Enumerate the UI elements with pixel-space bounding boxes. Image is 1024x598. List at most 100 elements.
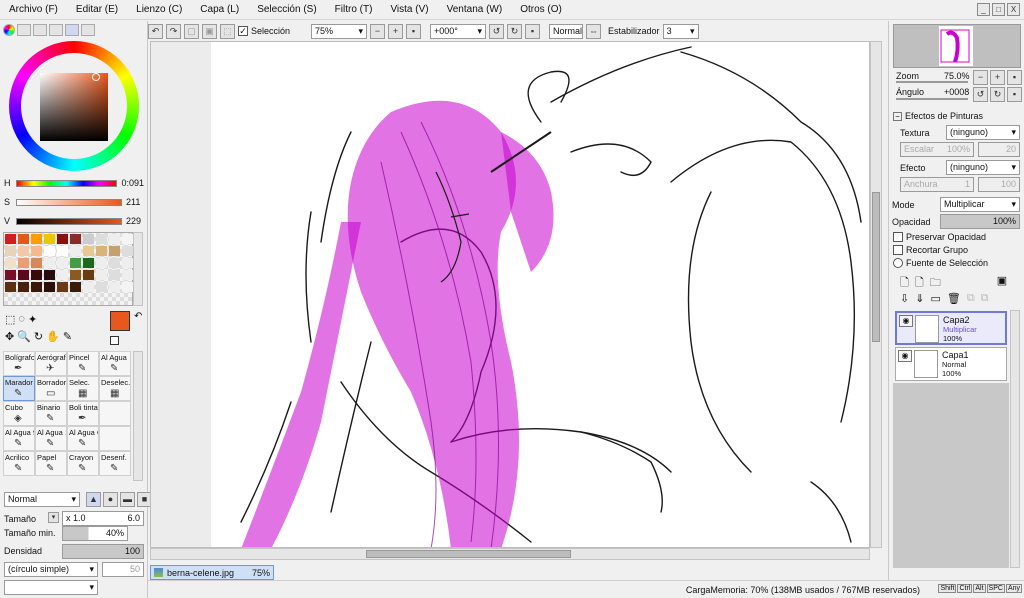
palette-swatch[interactable] (31, 270, 42, 280)
tamano-min-field[interactable]: 40% (62, 526, 128, 541)
nav-zoom-reset-icon[interactable]: ▪ (1007, 70, 1022, 85)
palette-swatch[interactable] (44, 246, 55, 256)
redo-icon[interactable]: ↷ (166, 23, 181, 39)
palette-swatch[interactable] (96, 282, 107, 292)
tool-slot[interactable]: Cubo ◈ (3, 401, 35, 426)
opacidad-slider[interactable]: 100% (940, 214, 1020, 229)
palette-swatch[interactable] (31, 234, 42, 244)
palette-swatch[interactable] (109, 246, 120, 256)
flip-icon[interactable]: ⇔ (586, 23, 602, 39)
tool-slot[interactable] (99, 401, 131, 426)
palette-swatch[interactable] (57, 258, 68, 268)
palette-swatch[interactable] (18, 258, 29, 268)
fuente-checkbox[interactable] (893, 258, 903, 268)
zoom-reset-icon[interactable]: ▪ (406, 23, 422, 39)
menu-item-1[interactable]: Editar (E) (67, 4, 127, 15)
texture-select[interactable]: ▾ (4, 580, 98, 595)
nav-zoom-out-icon[interactable]: − (973, 70, 988, 85)
palette-swatch[interactable] (96, 258, 107, 268)
recortar-row[interactable]: Recortar Grupo (893, 245, 968, 255)
lock-layer-icon[interactable]: ⧉ (967, 292, 975, 305)
zoom-icon[interactable]: 🔍 (17, 330, 31, 343)
palette-swatch[interactable] (70, 258, 81, 268)
hand-icon[interactable]: ✋ (46, 330, 60, 343)
rotate-left-icon[interactable]: ↺ (489, 23, 505, 39)
palette-swatch[interactable] (122, 270, 133, 280)
palette-swatch[interactable] (83, 258, 94, 268)
palette-swatch[interactable] (5, 258, 16, 268)
horizontal-scroll-thumb[interactable] (366, 550, 571, 558)
tool-slot[interactable]: Al Agua ✎ (99, 351, 131, 376)
vertical-scroll-thumb[interactable] (872, 192, 880, 342)
transparent-color-icon[interactable] (110, 336, 119, 345)
palette-swatch[interactable] (109, 234, 120, 244)
new-layer-icon[interactable]: 🗋 (900, 274, 909, 293)
rotate-reset-icon[interactable]: ▪ (525, 23, 541, 39)
palette-swatch[interactable] (44, 282, 55, 292)
recortar-checkbox[interactable] (893, 245, 903, 255)
canvas-vertical-scrollbar[interactable] (870, 41, 882, 548)
invert-selection-icon[interactable]: ▣ (202, 23, 217, 39)
palette-swatch[interactable] (83, 234, 94, 244)
tool-slot[interactable]: Al Agua 10✎ (35, 426, 67, 451)
move-icon[interactable]: ✥ (5, 330, 14, 343)
palette-swatch[interactable] (122, 246, 133, 256)
tool-slot[interactable]: Deselec. ▦ (99, 376, 131, 401)
swap-colors-icon[interactable]: ↶ (134, 311, 142, 322)
zoom-out-icon[interactable]: − (370, 23, 386, 39)
densidad-field[interactable]: 100 (62, 544, 144, 559)
brush-shape-round-icon[interactable]: ● (103, 492, 118, 507)
palette-swatch[interactable] (31, 258, 42, 268)
lasso-icon[interactable]: ◌ (18, 313, 25, 326)
value-slider[interactable] (16, 217, 122, 225)
palette-swatch[interactable] (31, 246, 42, 256)
palette-swatch[interactable] (5, 246, 16, 256)
tamano-lock-icon[interactable]: ▾ (48, 512, 59, 523)
palette-scrollbar[interactable] (133, 232, 143, 306)
gradient-icon[interactable] (49, 24, 63, 36)
swatches-icon[interactable] (65, 24, 79, 36)
brush-shape-triangle-icon[interactable]: ▲ (86, 492, 101, 507)
tool-slot[interactable]: Al Agua 9 ✎ (3, 426, 35, 451)
palette-swatch[interactable] (96, 234, 107, 244)
tamano-field[interactable]: x 1.0 6.0 (62, 511, 144, 526)
eye-icon[interactable]: ◉ (898, 350, 912, 362)
estabilizador-select[interactable]: 3 ▾ (662, 23, 699, 39)
nav-rotate-right-icon[interactable]: ↻ (990, 87, 1005, 102)
zoom-select[interactable]: 75% ▾ (311, 23, 368, 39)
tool-slot[interactable]: Aerógrafo ✈ (35, 351, 67, 376)
drawing-canvas[interactable] (150, 41, 870, 548)
shape-select[interactable]: (círculo simple) ▾ (4, 562, 98, 577)
palette-swatch[interactable] (109, 258, 120, 268)
minimize-button[interactable]: _ (977, 3, 990, 16)
palette-swatch[interactable] (44, 270, 55, 280)
saturation-slider[interactable] (16, 198, 122, 206)
tool-slot[interactable]: Crayon ✎ (67, 451, 99, 476)
preservar-checkbox[interactable] (893, 232, 903, 242)
tool-slot[interactable]: Papel ✎ (35, 451, 67, 476)
tool-slot[interactable]: Acrilico ✎ (3, 451, 35, 476)
menu-item-3[interactable]: Capa (L) (191, 4, 248, 15)
palette-swatch[interactable] (18, 270, 29, 280)
brush-shape-flat-icon[interactable]: ▬ (120, 492, 135, 507)
palette-swatch[interactable] (31, 282, 42, 292)
palette-swatch[interactable] (70, 270, 81, 280)
new-folder-icon[interactable]: 🗀 (930, 274, 941, 293)
tool-slot[interactable]: Al Agua Ol✎ (67, 426, 99, 451)
nav-angle-slider[interactable] (896, 98, 968, 100)
tool-slot[interactable]: Desenf. ✎ (99, 451, 131, 476)
blend-select[interactable]: Normal (549, 23, 584, 39)
tool-slot[interactable]: Borrador ▭ (35, 376, 67, 401)
layer-item[interactable]: ◉ Capa1 Normal 100% (895, 347, 1007, 381)
tool-slot[interactable]: Boli tinta ✒ (67, 401, 99, 426)
main-color-swatch[interactable] (110, 311, 130, 331)
menu-item-8[interactable]: Otros (O) (511, 4, 571, 15)
efecto-select[interactable]: (ninguno) ▾ (946, 160, 1020, 175)
palette-swatch[interactable] (83, 246, 94, 256)
hue-slider[interactable] (15, 179, 118, 187)
tool-slot[interactable]: Binario ✎ (35, 401, 67, 426)
palette-swatch[interactable] (44, 258, 55, 268)
canvas-horizontal-scrollbar[interactable] (150, 548, 870, 560)
layer-settings-icon[interactable]: ▣ (997, 274, 1007, 293)
effects-header[interactable]: − Efectos de Pinturas (893, 111, 983, 121)
